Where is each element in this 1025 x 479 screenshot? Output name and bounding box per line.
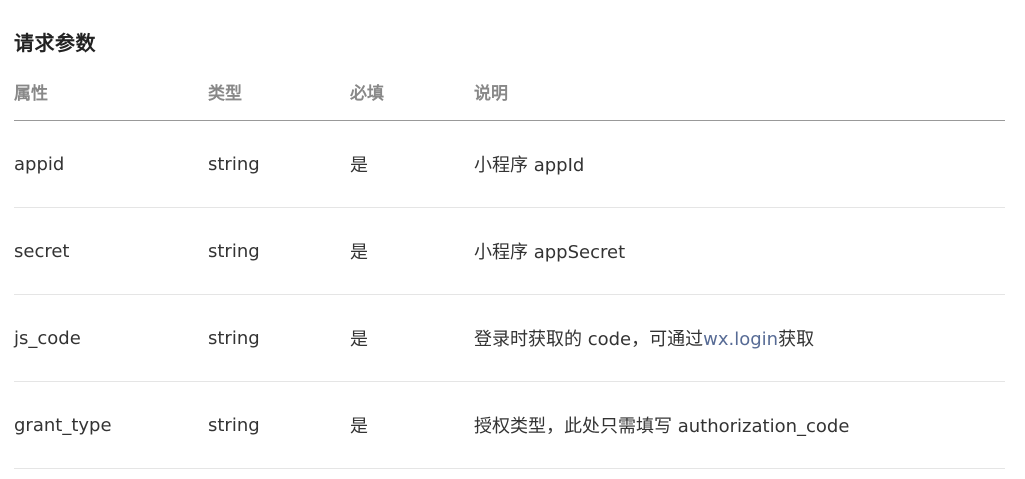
param-description: 授权类型，此处只需填写 authorization_code [474, 381, 1005, 469]
param-type: string [208, 120, 350, 208]
param-name: grant_type [14, 381, 208, 469]
param-type: string [208, 294, 350, 382]
table-row: appid string 是 小程序 appId [14, 120, 1005, 208]
param-required: 是 [350, 120, 474, 208]
header-name: 属性 [14, 62, 208, 121]
table-header: 属性 类型 必填 说明 [14, 62, 1005, 121]
table-row: js_code string 是 登录时获取的 code，可通过wx.login… [14, 294, 1005, 382]
param-description: 小程序 appSecret [474, 207, 1005, 295]
description-text-after: 获取 [778, 329, 815, 350]
header-required: 必填 [350, 62, 474, 121]
table-body: appid string 是 小程序 appId secret string 是… [14, 120, 1005, 469]
description-text: 登录时获取的 code，可通过 [474, 329, 704, 350]
header-row: 属性 类型 必填 说明 [14, 62, 1005, 121]
param-description: 登录时获取的 code，可通过wx.login获取 [474, 294, 1005, 382]
section-title: 请求参数 [14, 30, 96, 55]
request-params-table: 属性 类型 必填 说明 appid string 是 小程序 appId sec… [14, 62, 1005, 469]
header-description: 说明 [474, 62, 1005, 121]
description-text: 小程序 appId [474, 155, 585, 176]
table-row: grant_type string 是 授权类型，此处只需填写 authoriz… [14, 381, 1005, 469]
param-name: appid [14, 120, 208, 208]
description-text: 授权类型，此处只需填写 authorization_code [474, 416, 850, 437]
param-name: secret [14, 207, 208, 295]
param-required: 是 [350, 294, 474, 382]
description-text: 小程序 appSecret [474, 242, 626, 263]
param-type: string [208, 381, 350, 469]
wx-login-link[interactable]: wx.login [703, 329, 778, 350]
param-required: 是 [350, 207, 474, 295]
param-type: string [208, 207, 350, 295]
param-description: 小程序 appId [474, 120, 1005, 208]
param-required: 是 [350, 381, 474, 469]
table-row: secret string 是 小程序 appSecret [14, 207, 1005, 295]
header-type: 类型 [208, 62, 350, 121]
param-name: js_code [14, 294, 208, 382]
